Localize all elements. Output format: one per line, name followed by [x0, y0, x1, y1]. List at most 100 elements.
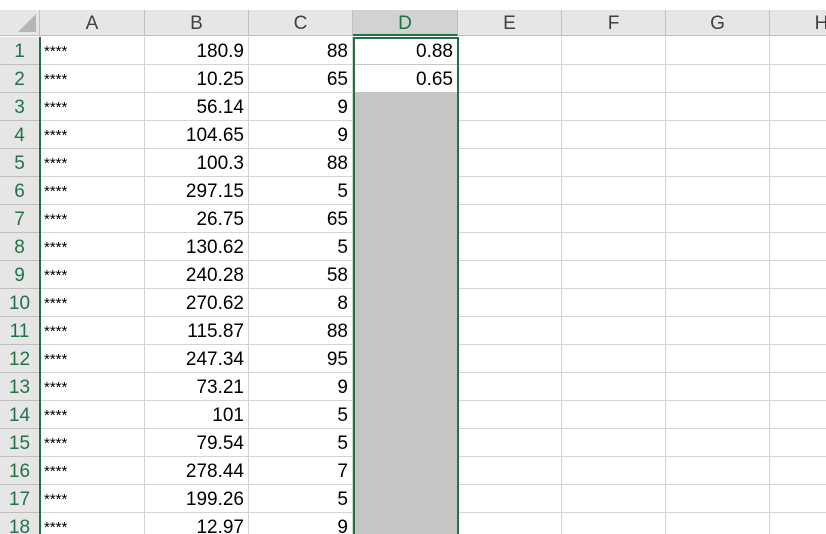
- cell-b6[interactable]: 297.15: [145, 177, 249, 205]
- cell-b16[interactable]: 278.44: [145, 457, 249, 485]
- cell-d7[interactable]: [353, 205, 458, 233]
- cell-e16[interactable]: [458, 457, 562, 485]
- cell-b4[interactable]: 104.65: [145, 121, 249, 149]
- cell-h17[interactable]: [770, 485, 826, 513]
- cell-d6[interactable]: [353, 177, 458, 205]
- column-header-b[interactable]: B: [145, 10, 249, 36]
- cell-d14[interactable]: [353, 401, 458, 429]
- cell-e18[interactable]: [458, 513, 562, 534]
- cell-e4[interactable]: [458, 121, 562, 149]
- cell-b15[interactable]: 79.54: [145, 429, 249, 457]
- cell-a5[interactable]: ****: [40, 149, 145, 177]
- cell-f7[interactable]: [562, 205, 666, 233]
- cell-b18[interactable]: 12.97: [145, 513, 249, 534]
- column-header-e[interactable]: E: [458, 10, 562, 36]
- cell-g11[interactable]: [666, 317, 770, 345]
- cell-d1[interactable]: 0.88: [353, 37, 458, 65]
- cell-g10[interactable]: [666, 289, 770, 317]
- cell-a2[interactable]: ****: [40, 65, 145, 93]
- cell-e17[interactable]: [458, 485, 562, 513]
- cell-f18[interactable]: [562, 513, 666, 534]
- cell-b5[interactable]: 100.3: [145, 149, 249, 177]
- cell-f3[interactable]: [562, 93, 666, 121]
- cell-g13[interactable]: [666, 373, 770, 401]
- cell-a4[interactable]: ****: [40, 121, 145, 149]
- cell-f17[interactable]: [562, 485, 666, 513]
- cell-d13[interactable]: [353, 373, 458, 401]
- cell-d2[interactable]: 0.65: [353, 65, 458, 93]
- row-header-13[interactable]: 13: [0, 373, 40, 401]
- cell-e6[interactable]: [458, 177, 562, 205]
- select-all-button[interactable]: [0, 10, 40, 36]
- cell-e14[interactable]: [458, 401, 562, 429]
- column-header-a[interactable]: A: [40, 10, 145, 36]
- cell-d4[interactable]: [353, 121, 458, 149]
- cell-a15[interactable]: ****: [40, 429, 145, 457]
- cell-g15[interactable]: [666, 429, 770, 457]
- row-header-11[interactable]: 11: [0, 317, 40, 345]
- row-header-18[interactable]: 18: [0, 513, 40, 534]
- cell-f9[interactable]: [562, 261, 666, 289]
- cell-e10[interactable]: [458, 289, 562, 317]
- cell-d12[interactable]: [353, 345, 458, 373]
- cell-b1[interactable]: 180.9: [145, 37, 249, 65]
- cell-g2[interactable]: [666, 65, 770, 93]
- cell-b11[interactable]: 115.87: [145, 317, 249, 345]
- cell-d18[interactable]: [353, 513, 458, 534]
- cell-h14[interactable]: [770, 401, 826, 429]
- cell-e11[interactable]: [458, 317, 562, 345]
- cell-f16[interactable]: [562, 457, 666, 485]
- cell-f10[interactable]: [562, 289, 666, 317]
- cell-h6[interactable]: [770, 177, 826, 205]
- cell-g4[interactable]: [666, 121, 770, 149]
- cell-c7[interactable]: 65: [249, 205, 353, 233]
- cell-h1[interactable]: [770, 37, 826, 65]
- row-header-17[interactable]: 17: [0, 485, 40, 513]
- cell-c2[interactable]: 65: [249, 65, 353, 93]
- cell-h2[interactable]: [770, 65, 826, 93]
- cell-h12[interactable]: [770, 345, 826, 373]
- cell-c16[interactable]: 7: [249, 457, 353, 485]
- cell-a12[interactable]: ****: [40, 345, 145, 373]
- cell-d15[interactable]: [353, 429, 458, 457]
- cell-a13[interactable]: ****: [40, 373, 145, 401]
- row-header-4[interactable]: 4: [0, 121, 40, 149]
- cell-b13[interactable]: 73.21: [145, 373, 249, 401]
- row-header-6[interactable]: 6: [0, 177, 40, 205]
- cell-g1[interactable]: [666, 37, 770, 65]
- row-header-7[interactable]: 7: [0, 205, 40, 233]
- cell-a16[interactable]: ****: [40, 457, 145, 485]
- cell-d10[interactable]: [353, 289, 458, 317]
- cell-h3[interactable]: [770, 93, 826, 121]
- row-header-3[interactable]: 3: [0, 93, 40, 121]
- cell-c14[interactable]: 5: [249, 401, 353, 429]
- cell-d5[interactable]: [353, 149, 458, 177]
- cell-a7[interactable]: ****: [40, 205, 145, 233]
- cell-a9[interactable]: ****: [40, 261, 145, 289]
- cell-g7[interactable]: [666, 205, 770, 233]
- cell-a6[interactable]: ****: [40, 177, 145, 205]
- cell-f8[interactable]: [562, 233, 666, 261]
- cell-b2[interactable]: 10.25: [145, 65, 249, 93]
- cell-f1[interactable]: [562, 37, 666, 65]
- column-header-g[interactable]: G: [666, 10, 770, 36]
- cell-a18[interactable]: ****: [40, 513, 145, 534]
- cell-e5[interactable]: [458, 149, 562, 177]
- cell-e9[interactable]: [458, 261, 562, 289]
- row-header-10[interactable]: 10: [0, 289, 40, 317]
- cell-f5[interactable]: [562, 149, 666, 177]
- cell-c9[interactable]: 58: [249, 261, 353, 289]
- row-header-14[interactable]: 14: [0, 401, 40, 429]
- cell-b17[interactable]: 199.26: [145, 485, 249, 513]
- cell-h13[interactable]: [770, 373, 826, 401]
- cell-g5[interactable]: [666, 149, 770, 177]
- cell-h5[interactable]: [770, 149, 826, 177]
- cell-h16[interactable]: [770, 457, 826, 485]
- cell-f13[interactable]: [562, 373, 666, 401]
- cell-c6[interactable]: 5: [249, 177, 353, 205]
- cell-c11[interactable]: 88: [249, 317, 353, 345]
- column-header-f[interactable]: F: [562, 10, 666, 36]
- cell-b10[interactable]: 270.62: [145, 289, 249, 317]
- cell-b12[interactable]: 247.34: [145, 345, 249, 373]
- cell-b14[interactable]: 101: [145, 401, 249, 429]
